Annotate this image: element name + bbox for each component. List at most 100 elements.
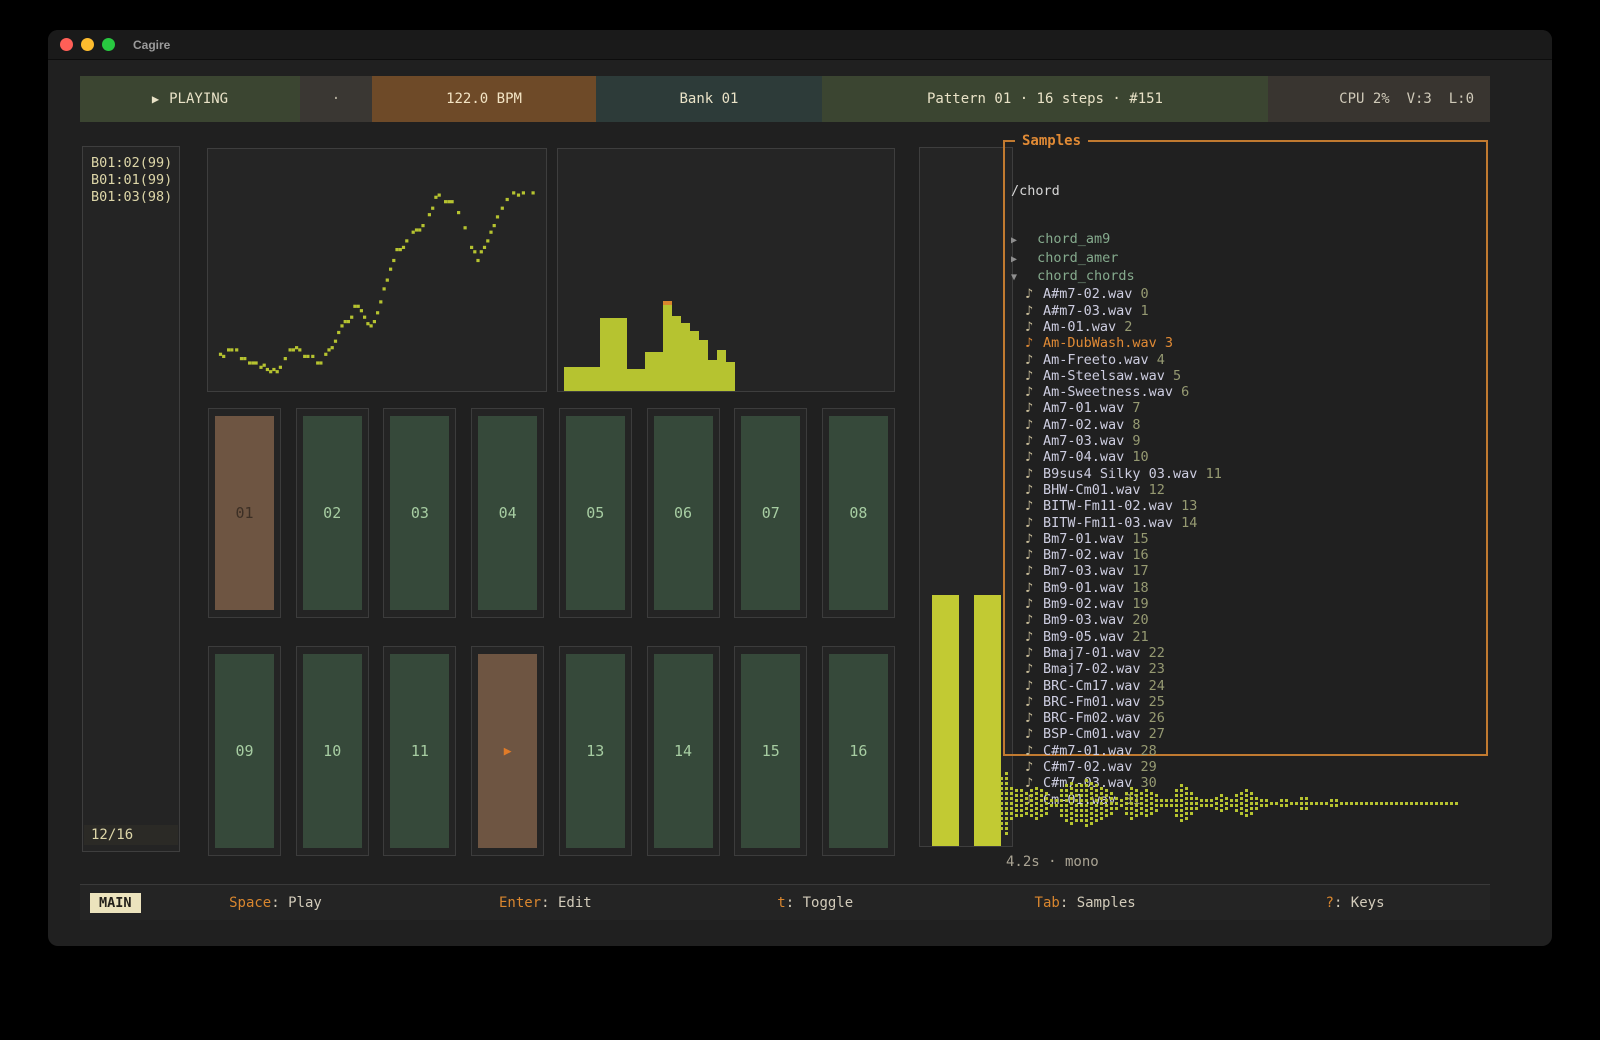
sample-file-row[interactable]: ♪Am-Steelsaw.wav 5 [1011,368,1486,384]
pad-6[interactable]: 06 [647,408,720,618]
sample-file-row[interactable]: ♪A#m7-03.wav 1 [1011,303,1486,319]
music-note-icon: ♪ [1025,384,1043,400]
sample-file-row[interactable]: ♪Bmaj7-02.wav 23 [1011,661,1486,677]
sample-file-row[interactable]: ♪BITW-Fm11-02.wav 13 [1011,498,1486,514]
sample-file-row[interactable]: ♪Am-01.wav 2 [1011,319,1486,335]
sample-file-row[interactable]: ♪Bm7-03.wav 17 [1011,563,1486,579]
sample-file-index: 23 [1149,661,1165,677]
bpm-indicator[interactable]: 122.0 BPM [372,76,596,122]
pad-15[interactable]: 15 [734,646,807,856]
pad-1[interactable]: 01 [208,408,281,618]
waveform-column [1270,802,1273,805]
sample-file-row[interactable]: ♪Am-DubWash.wav 3 [1011,335,1486,351]
zoom-window-button[interactable] [102,38,115,51]
sample-file-row[interactable]: ♪A#m7-02.wav 0 [1011,286,1486,302]
pad-11[interactable]: 11 [383,646,456,856]
sample-file-row[interactable]: ♪Bm9-05.wav 21 [1011,629,1486,645]
pad-8[interactable]: 08 [822,408,895,618]
folder-row[interactable]: ▶ chord_amer [1011,250,1486,268]
histogram-bar [609,318,618,391]
music-note-icon: ♪ [1025,678,1043,694]
waveform-column [1085,779,1088,827]
pad-9[interactable]: 09 [208,646,281,856]
sample-file-row[interactable]: ♪Bm9-01.wav 18 [1011,580,1486,596]
hint-action: : Toggle [786,895,853,911]
waveform-column [1000,777,1003,830]
pad-13[interactable]: 13 [559,646,632,856]
sample-file-row[interactable]: ♪BRC-Fm01.wav 25 [1011,694,1486,710]
sample-file-row[interactable]: ♪Am7-04.wav 10 [1011,449,1486,465]
hint-key: ? [1326,895,1334,911]
pad-2-face: 02 [303,416,362,610]
pad-10[interactable]: 10 [296,646,369,856]
sample-file-row[interactable]: ♪Am7-02.wav 8 [1011,417,1486,433]
hint-key: Tab [1035,895,1060,911]
pad-3[interactable]: 03 [383,408,456,618]
pattern-indicator[interactable]: Pattern 01 · 16 steps · #151 [822,76,1268,122]
waveform-column [1060,789,1063,817]
sample-file-name: Am-DubWash.wav [1043,335,1165,351]
sample-file-row[interactable]: ♪BRC-Fm02.wav 26 [1011,710,1486,726]
sample-file-row[interactable]: ♪BRC-Cm17.wav 24 [1011,678,1486,694]
sample-file-row[interactable]: ♪Am-Freeto.wav 4 [1011,352,1486,368]
pad-12[interactable]: ▶ [471,646,544,856]
folder-row[interactable]: ▶ chord_am9 [1011,231,1486,249]
chevron-down-icon: ▼ [1011,270,1029,286]
samples-panel-title: Samples [1015,133,1088,149]
waveform-column [1025,792,1028,815]
pad-2[interactable]: 02 [296,408,369,618]
sample-file-name: Bm9-02.wav [1043,596,1132,612]
waveform-column [1205,799,1208,807]
sample-file-name: Am7-03.wav [1043,433,1132,449]
sample-file-row[interactable]: ♪Bm9-03.wav 20 [1011,612,1486,628]
waveform-column [1180,784,1183,822]
pad-1-face: 01 [215,416,274,610]
sample-file-index: 0 [1141,286,1149,302]
pad-5[interactable]: 05 [559,408,632,618]
sample-file-row[interactable]: ♪Am7-03.wav 9 [1011,433,1486,449]
folder-row[interactable]: ▼ chord_chords [1011,268,1486,286]
sample-file-row[interactable]: ♪Bm7-01.wav 15 [1011,531,1486,547]
sample-file-index: 27 [1149,726,1165,742]
waveform-column [1455,802,1458,805]
sample-file-row[interactable]: ♪Bmaj7-01.wav 22 [1011,645,1486,661]
window-title: Cagire [133,38,170,52]
bank-indicator[interactable]: Bank 01 [596,76,822,122]
sample-file-row[interactable]: ♪B9sus4 Silky 03.wav 11 [1011,466,1486,482]
histogram-bar [690,331,699,392]
transport-status[interactable]: ▶ PLAYING [80,76,300,122]
sample-file-name: B9sus4 Silky 03.wav [1043,466,1206,482]
sample-file-row[interactable]: ♪Am7-01.wav 7 [1011,400,1486,416]
music-note-icon: ♪ [1025,482,1043,498]
sample-file-row[interactable]: ♪BHW-Cm01.wav 12 [1011,482,1486,498]
meter-bar-right [974,595,1001,846]
hint-key: Space [229,895,271,911]
pad-3-face: 03 [390,416,449,610]
sample-file-index: 13 [1181,498,1197,514]
sample-file-row[interactable]: ♪BITW-Fm11-03.wav 14 [1011,515,1486,531]
waveform-column [1335,799,1338,807]
sample-waveform [1000,758,1492,848]
waveform-column [1015,789,1018,817]
minimize-window-button[interactable] [81,38,94,51]
waveform-column [1250,792,1253,815]
sample-file-row[interactable]: ♪C#m7-01.wav 28 [1011,743,1486,759]
pad-16[interactable]: 16 [822,646,895,856]
sample-file-row[interactable]: ♪BSP-Cm01.wav 27 [1011,726,1486,742]
sample-file-row[interactable]: ♪Am-Sweetness.wav 6 [1011,384,1486,400]
pad-14[interactable]: 14 [647,646,720,856]
sample-file-index: 7 [1132,400,1140,416]
music-note-icon: ♪ [1025,515,1043,531]
sample-file-row[interactable]: ♪Bm9-02.wav 19 [1011,596,1486,612]
pad-7[interactable]: 07 [734,408,807,618]
system-stats: CPU 2% V:3 L:0 [1268,76,1490,122]
hint-samples: Tab: Samples [950,895,1220,911]
waveform-column [1340,802,1343,805]
histogram-bar [681,323,690,391]
waveform-column [1110,792,1113,815]
close-window-button[interactable] [60,38,73,51]
hint-edit: Enter: Edit [410,895,680,911]
music-note-icon: ♪ [1025,466,1043,482]
sample-file-row[interactable]: ♪Bm7-02.wav 16 [1011,547,1486,563]
pad-4[interactable]: 04 [471,408,544,618]
